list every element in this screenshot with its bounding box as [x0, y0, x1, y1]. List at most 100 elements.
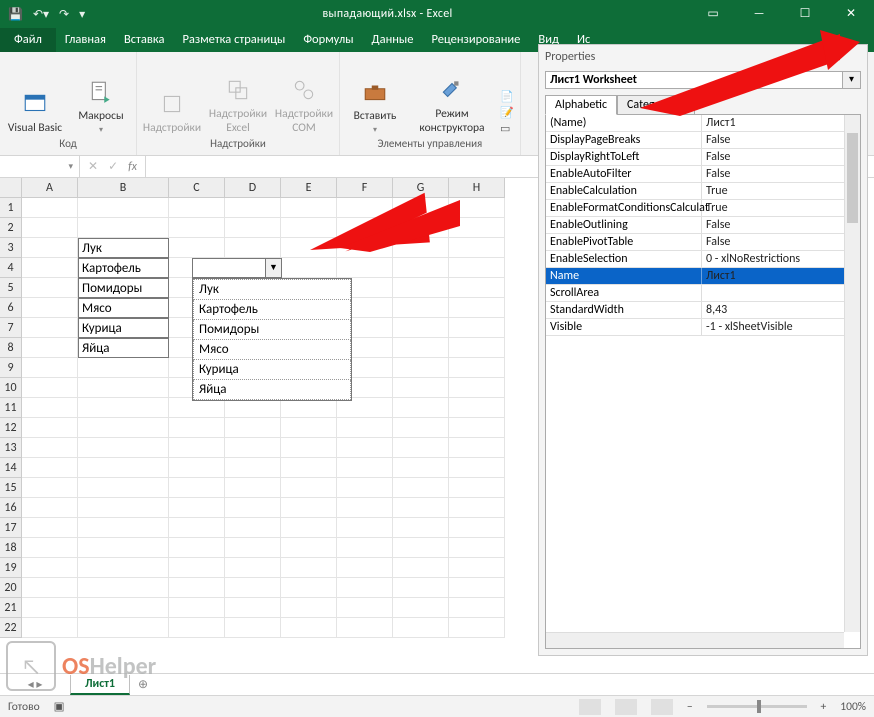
row-header[interactable]: 8	[0, 338, 22, 358]
properties-icon[interactable]: 📄	[500, 90, 514, 103]
dropdown-item[interactable]: Картофель	[193, 300, 351, 320]
dropdown-item[interactable]: Яйца	[193, 380, 351, 400]
row-header[interactable]: 20	[0, 578, 22, 598]
name-box[interactable]: ▾	[0, 156, 80, 177]
properties-object-selector[interactable]: Лист1 Worksheet ▾	[545, 71, 861, 89]
close-button[interactable]: ✕	[828, 0, 874, 28]
visual-basic-button[interactable]: Visual Basic	[6, 89, 64, 135]
chevron-down-icon[interactable]: ▼	[265, 259, 281, 277]
enter-icon[interactable]: ✓	[108, 159, 118, 174]
row-header[interactable]: 10	[0, 378, 22, 398]
tab-alphabetic[interactable]: Alphabetic	[545, 95, 617, 115]
row-header[interactable]: 16	[0, 498, 22, 518]
minimize-button[interactable]: —	[736, 0, 782, 28]
col-header[interactable]: E	[281, 178, 337, 198]
macro-record-icon[interactable]: ▣	[54, 699, 65, 714]
row-header[interactable]: 6	[0, 298, 22, 318]
property-row[interactable]: NameЛист1	[546, 268, 860, 285]
row-header[interactable]: 21	[0, 598, 22, 618]
view-page-layout-button[interactable]	[615, 699, 637, 715]
dropdown-item[interactable]: Мясо	[193, 340, 351, 360]
row-header[interactable]: 19	[0, 558, 22, 578]
cell-b7[interactable]: Курица	[78, 318, 169, 338]
row-header[interactable]: 15	[0, 478, 22, 498]
tab-formulas[interactable]: Формулы	[294, 28, 362, 52]
tab-review[interactable]: Рецензирование	[422, 28, 529, 52]
row-header[interactable]: 1	[0, 198, 22, 218]
cell-b4[interactable]: Картофель	[78, 258, 169, 278]
view-normal-button[interactable]	[579, 699, 601, 715]
cells-area[interactable]: Лук Картофель Помидоры Мясо Курица Яйца	[22, 198, 505, 638]
select-all-corner[interactable]	[0, 178, 22, 198]
row-header[interactable]: 17	[0, 518, 22, 538]
tab-home[interactable]: Главная	[56, 28, 115, 52]
qat-customize-icon[interactable]: ▾	[79, 7, 85, 22]
chevron-down-icon[interactable]: ▾	[843, 71, 861, 89]
fx-icon[interactable]: fx	[128, 160, 137, 174]
col-header[interactable]: C	[169, 178, 225, 198]
property-row[interactable]: ScrollArea	[546, 285, 860, 302]
view-page-break-button[interactable]	[651, 699, 673, 715]
row-header[interactable]: 12	[0, 418, 22, 438]
ribbon-options-icon[interactable]: ▭	[690, 0, 736, 28]
tab-file[interactable]: Файл	[0, 28, 56, 52]
cell-b3[interactable]: Лук	[78, 238, 169, 258]
redo-icon[interactable]: ↷	[59, 7, 69, 22]
row-header[interactable]: 5	[0, 278, 22, 298]
run-dialog-icon[interactable]: ▭	[500, 122, 514, 135]
vertical-scrollbar[interactable]	[844, 115, 860, 632]
zoom-level[interactable]: 100%	[840, 700, 866, 714]
dropdown-item[interactable]: Лук	[193, 279, 351, 300]
row-header[interactable]: 22	[0, 618, 22, 638]
combobox-dropdown[interactable]: Лук Картофель Помидоры Мясо Курица Яйца	[192, 278, 352, 401]
tab-page-layout[interactable]: Разметка страницы	[173, 28, 294, 52]
col-header[interactable]: H	[449, 178, 505, 198]
col-header[interactable]: F	[337, 178, 393, 198]
zoom-out-button[interactable]: −	[687, 700, 693, 714]
undo-icon[interactable]: ↶▾	[33, 7, 49, 22]
tab-categorized[interactable]: Categorized	[617, 95, 694, 115]
col-header[interactable]: G	[393, 178, 449, 198]
row-header[interactable]: 2	[0, 218, 22, 238]
col-header[interactable]: A	[22, 178, 78, 198]
row-header[interactable]: 18	[0, 538, 22, 558]
zoom-slider[interactable]	[707, 705, 807, 708]
property-row[interactable]: EnableAutoFilterFalse	[546, 166, 860, 183]
cell-b6[interactable]: Мясо	[78, 298, 169, 318]
property-row[interactable]: DisplayPageBreaksFalse	[546, 132, 860, 149]
col-header[interactable]: B	[78, 178, 169, 198]
row-header[interactable]: 11	[0, 398, 22, 418]
tab-insert[interactable]: Вставка	[115, 28, 174, 52]
dropdown-item[interactable]: Курица	[193, 360, 351, 380]
cancel-icon[interactable]: ✕	[88, 159, 98, 174]
cell-b8[interactable]: Яйца	[78, 338, 169, 358]
tab-data[interactable]: Данные	[363, 28, 423, 52]
property-row[interactable]: Visible-1 - xlSheetVisible	[546, 319, 860, 336]
row-header[interactable]: 13	[0, 438, 22, 458]
property-row[interactable]: (Name)Лист1	[546, 115, 860, 132]
zoom-in-button[interactable]: +	[821, 700, 827, 714]
property-row[interactable]: EnablePivotTableFalse	[546, 234, 860, 251]
property-row[interactable]: EnableCalculationTrue	[546, 183, 860, 200]
row-header[interactable]: 9	[0, 358, 22, 378]
col-header[interactable]: D	[225, 178, 281, 198]
excel-addins-button[interactable]: Надстройки Excel	[209, 75, 267, 135]
property-row[interactable]: EnableFormatConditionsCalculatTrue	[546, 200, 860, 217]
dropdown-item[interactable]: Помидоры	[193, 320, 351, 340]
row-header[interactable]: 3	[0, 238, 22, 258]
save-icon[interactable]: 💾	[8, 7, 23, 22]
macros-button[interactable]: Макросы ▾	[72, 77, 130, 135]
cell-b5[interactable]: Помидоры	[78, 278, 169, 298]
row-header[interactable]: 4	[0, 258, 22, 278]
row-header[interactable]: 7	[0, 318, 22, 338]
property-row[interactable]: EnableOutliningFalse	[546, 217, 860, 234]
com-addins-button[interactable]: Надстройки COM	[275, 75, 333, 135]
maximize-button[interactable]: ☐	[782, 0, 828, 28]
combobox-control[interactable]: ▼	[192, 258, 282, 278]
view-code-icon[interactable]: 📝	[500, 106, 514, 119]
property-row[interactable]: DisplayRightToLeftFalse	[546, 149, 860, 166]
horizontal-scrollbar[interactable]	[546, 632, 844, 648]
design-mode-button[interactable]: Режим конструктора	[412, 75, 492, 135]
property-row[interactable]: StandardWidth8,43	[546, 302, 860, 319]
insert-control-button[interactable]: Вставить ▾	[346, 77, 404, 135]
